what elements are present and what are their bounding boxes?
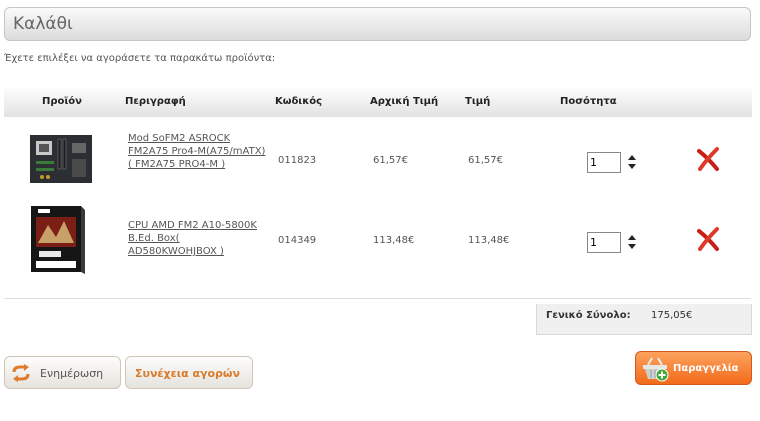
product-code: 011823 <box>278 155 317 166</box>
quantity-input[interactable] <box>587 152 621 173</box>
product-code: 014349 <box>278 235 317 246</box>
continue-shopping-button[interactable]: Συνέχεια αγορών <box>125 356 253 389</box>
quantity-spinner-icon[interactable] <box>627 152 637 172</box>
grand-total-value: 175,05€ <box>651 310 693 321</box>
header-product: Προϊόν <box>42 96 82 107</box>
table-divider <box>4 298 751 299</box>
remove-item-icon[interactable] <box>695 226 721 252</box>
order-button[interactable]: Παραγγελία <box>635 351 752 385</box>
update-button[interactable]: Ενημέρωση <box>4 356 121 389</box>
initial-price: 61,57€ <box>373 155 408 166</box>
intro-text: Έχετε επιλέξει να αγοράσετε τα παρακάτω … <box>4 53 276 64</box>
remove-item-icon[interactable] <box>695 146 721 172</box>
price: 113,48€ <box>468 235 510 246</box>
continue-shopping-label: Συνέχεια αγορών <box>135 367 240 380</box>
motherboard-image[interactable] <box>28 133 94 185</box>
header-description: Περιγραφή <box>125 96 186 107</box>
header-price: Τιμή <box>465 96 491 107</box>
header-code: Κωδικός <box>275 96 323 107</box>
quantity-spinner-icon[interactable] <box>627 232 637 252</box>
cpu-box-image[interactable] <box>28 203 86 275</box>
table-row: CPU AMD FM2 A10-5800K B.Ed. Box( AD580KW… <box>4 203 752 285</box>
grand-total-label: Γενικό Σύνολο: <box>546 310 631 321</box>
table-row: Mod SoFM2 ASROCK FM2A75 Pro4-M(A75/mATX)… <box>4 124 752 206</box>
product-description-link[interactable]: CPU AMD FM2 A10-5800K B.Ed. Box( AD580KW… <box>128 219 268 258</box>
price: 61,57€ <box>468 155 503 166</box>
refresh-arrows-icon <box>12 364 30 382</box>
update-button-label: Ενημέρωση <box>40 367 104 380</box>
initial-price: 113,48€ <box>373 235 415 246</box>
header-initial-price: Αρχική Τιμή <box>370 96 439 107</box>
order-button-label: Παραγγελία <box>673 363 739 374</box>
header-quantity: Ποσότητα <box>560 96 617 107</box>
shopping-basket-plus-icon <box>643 357 669 382</box>
grand-total-box: Γενικό Σύνολο: 175,05€ <box>536 304 752 335</box>
product-description-link[interactable]: Mod SoFM2 ASROCK FM2A75 Pro4-M(A75/mATX)… <box>128 132 268 171</box>
page-title: Καλάθι <box>13 14 73 34</box>
table-header: Προϊόν Περιγραφή Κωδικός Αρχική Τιμή Τιμ… <box>4 86 752 117</box>
cart-title-bar: Καλάθι <box>4 7 751 41</box>
quantity-input[interactable] <box>587 232 621 253</box>
